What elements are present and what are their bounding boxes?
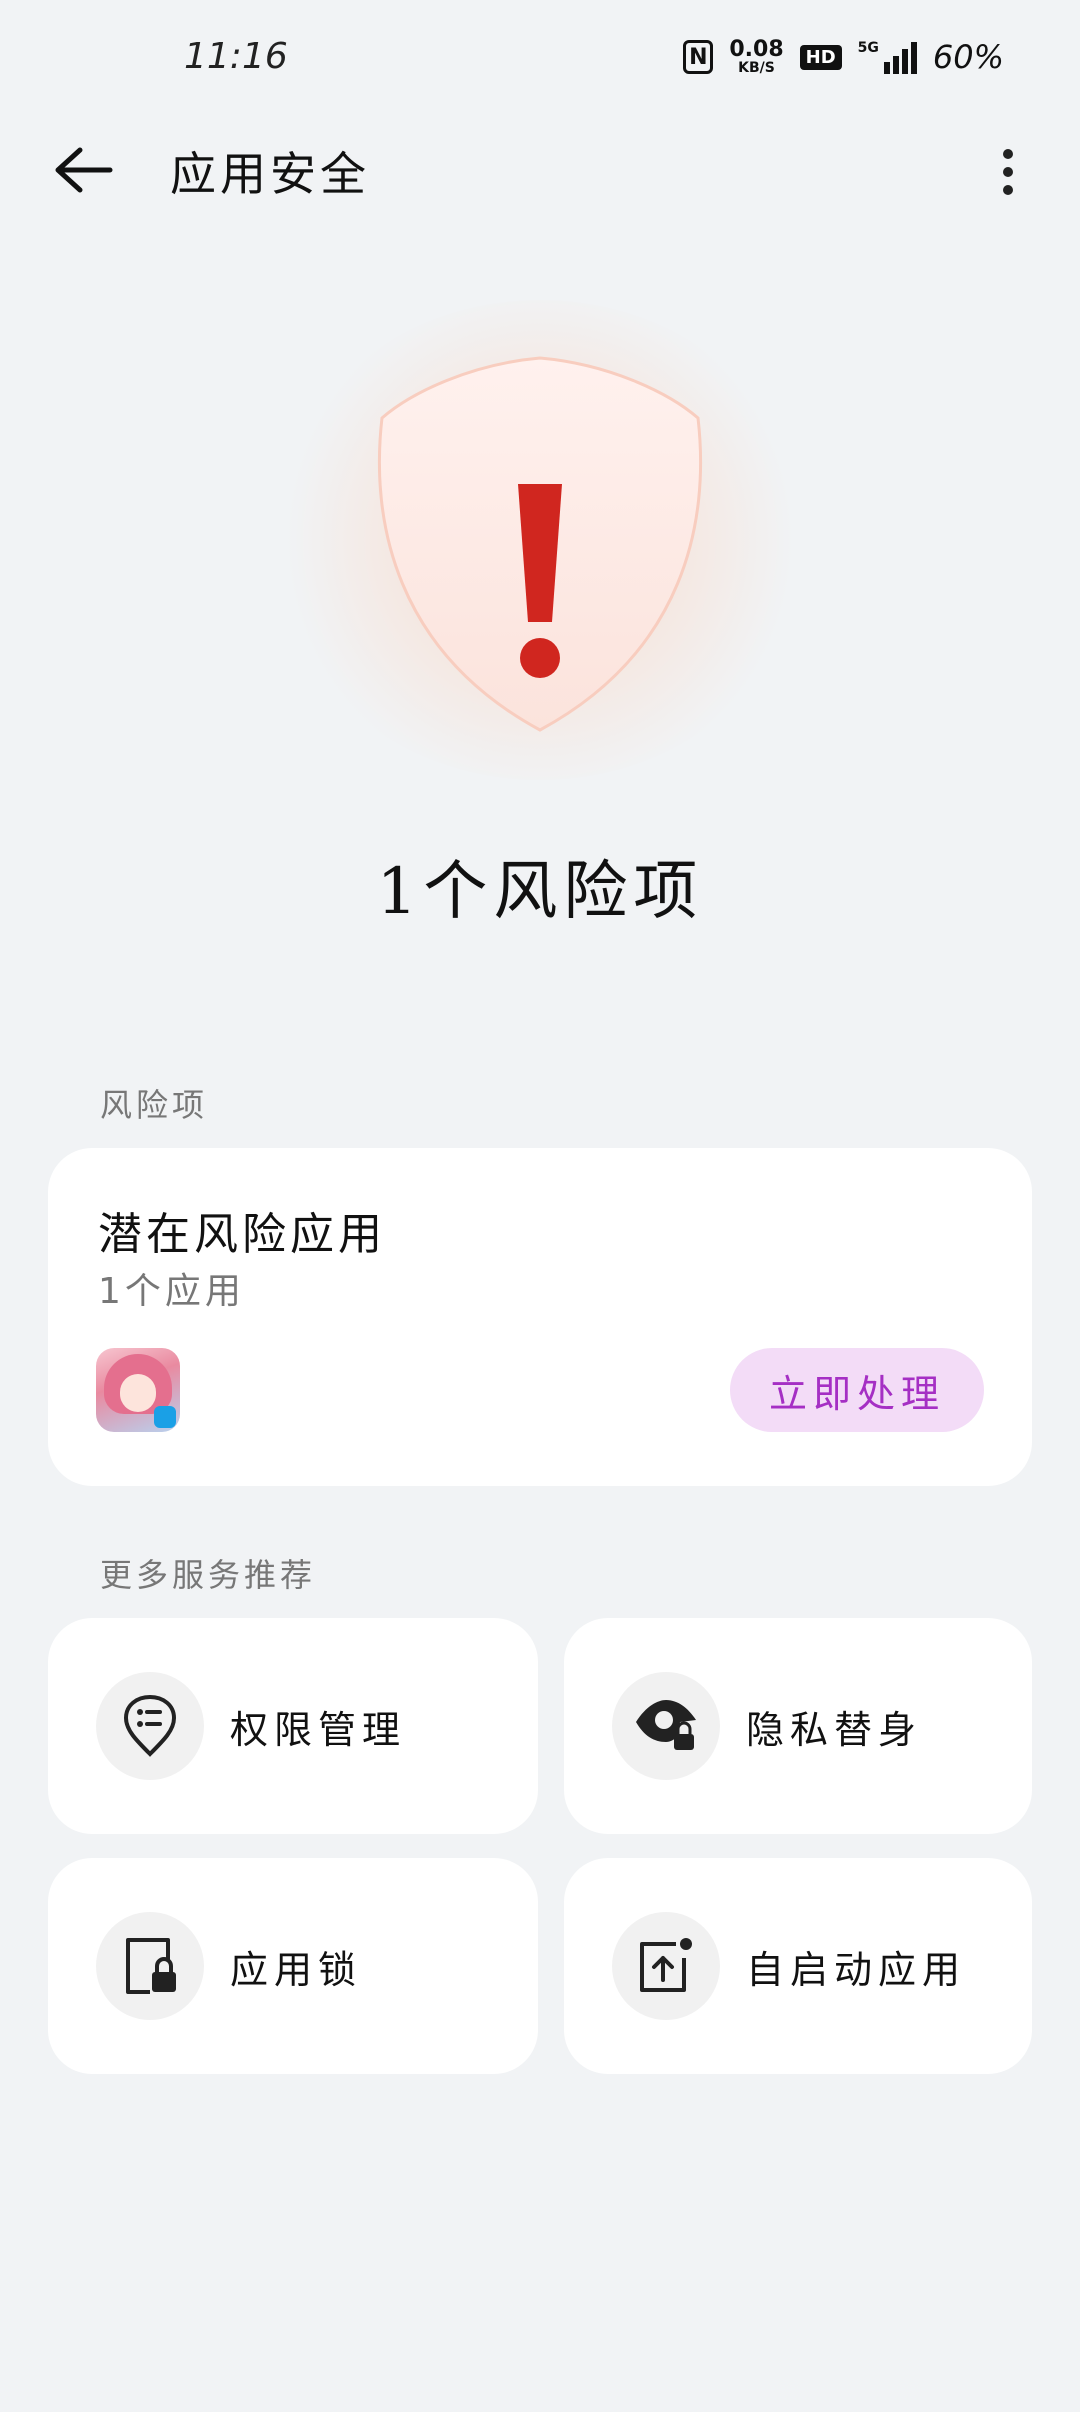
page-title: 应用安全 — [170, 147, 370, 201]
service-privacy-double[interactable]: 隐私替身 — [564, 1618, 1032, 1834]
back-arrow-icon — [55, 147, 113, 193]
risk-card-title: 潜在风险应用 — [98, 1209, 386, 1260]
shield-illustration — [230, 260, 850, 820]
service-permission-management[interactable]: 权限管理 — [48, 1618, 538, 1834]
more-dot — [1003, 185, 1013, 195]
service-icon-circle — [612, 1672, 720, 1780]
status-time: 11:16 — [184, 36, 288, 77]
service-label: 隐私替身 — [746, 1707, 923, 1752]
warning-shield-icon — [377, 356, 703, 732]
hd-icon: HD — [799, 44, 842, 70]
risk-app-card[interactable]: 潜在风险应用 1个应用 立即处理 — [48, 1148, 1032, 1486]
services-section-label: 更多服务推荐 — [100, 1556, 317, 1594]
service-label: 应用锁 — [230, 1947, 363, 1992]
risky-app-icon[interactable] — [96, 1348, 180, 1432]
nfc-icon: N — [683, 40, 714, 74]
risk-summary-title: 1个风险项 — [376, 855, 704, 929]
signal-icon: 5G — [858, 40, 917, 74]
battery-level: 60% — [932, 38, 1004, 76]
app-header: 应用安全 — [0, 120, 1080, 220]
service-auto-start[interactable]: 自启动应用 — [564, 1858, 1032, 2074]
privacy-eye-lock-icon — [636, 1700, 696, 1750]
app-lock-icon — [126, 1938, 176, 1994]
permission-pin-icon — [123, 1694, 177, 1757]
more-dot — [1003, 149, 1013, 159]
service-icon-circle — [96, 1912, 204, 2020]
risk-card-subtitle: 1个应用 — [98, 1271, 245, 1312]
auto-start-icon — [640, 1938, 692, 1992]
network-speed-value: 0.08 — [729, 37, 784, 62]
back-button[interactable] — [48, 140, 120, 200]
risk-section-label: 风险项 — [100, 1086, 209, 1124]
handle-now-button[interactable]: 立即处理 — [730, 1348, 984, 1432]
service-app-lock[interactable]: 应用锁 — [48, 1858, 538, 2074]
service-label: 权限管理 — [230, 1707, 407, 1752]
status-icons: N 0.08 KB/S HD 5G 60% — [683, 38, 1004, 76]
status-bar: 11:16 N 0.08 KB/S HD 5G 60% — [0, 0, 1080, 120]
service-icon-circle — [612, 1912, 720, 2020]
network-speed: 0.08 KB/S — [729, 37, 784, 76]
more-options-button[interactable] — [976, 140, 1040, 204]
more-dot — [1003, 167, 1013, 177]
network-speed-unit: KB/S — [738, 60, 775, 76]
service-label: 自启动应用 — [746, 1947, 967, 1992]
service-icon-circle — [96, 1672, 204, 1780]
network-type: 5G — [857, 40, 879, 56]
